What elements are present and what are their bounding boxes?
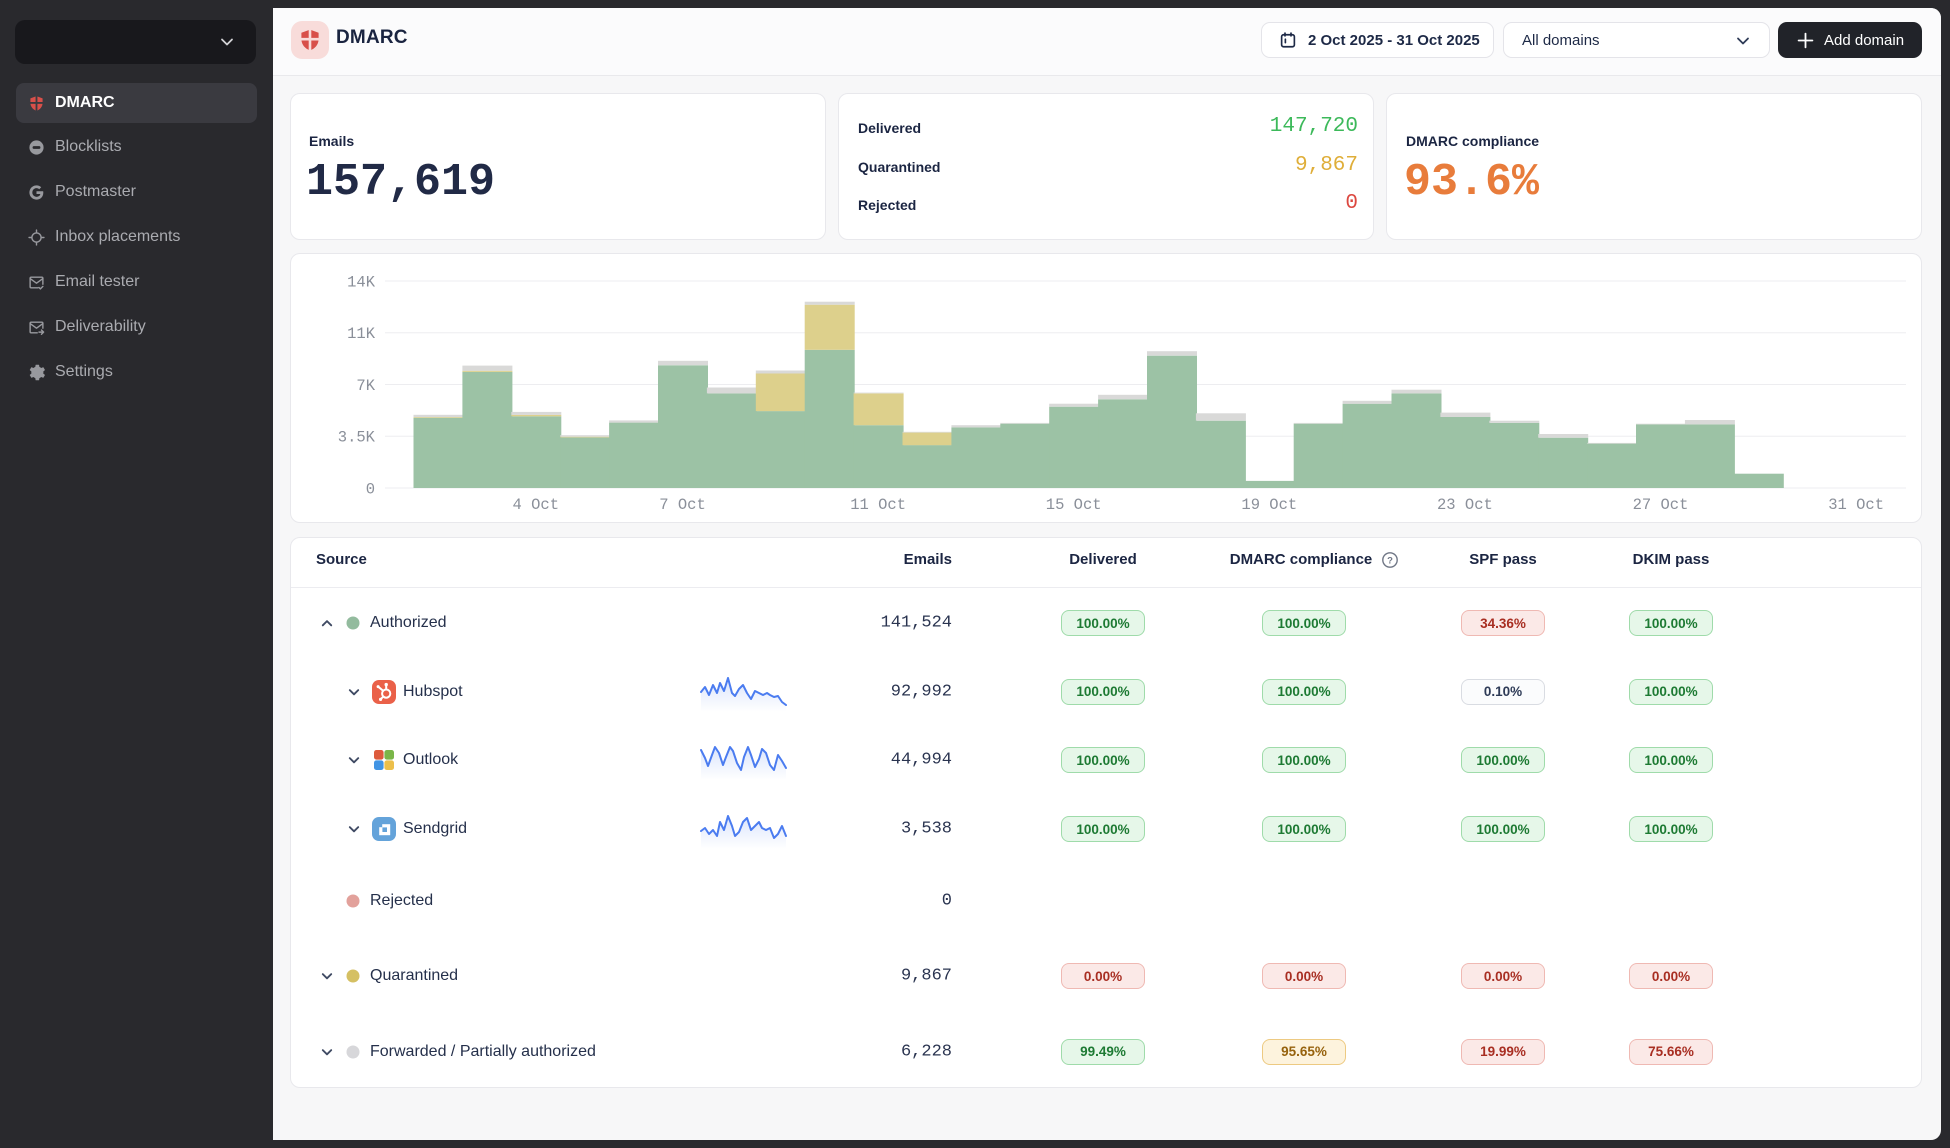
svg-text:?: ? bbox=[1387, 556, 1393, 567]
svg-text:23 Oct: 23 Oct bbox=[1437, 496, 1493, 514]
svg-text:19 Oct: 19 Oct bbox=[1241, 496, 1297, 514]
svg-text:31 Oct: 31 Oct bbox=[1828, 496, 1884, 514]
svg-text:15 Oct: 15 Oct bbox=[1046, 496, 1102, 514]
svg-text:11 Oct: 11 Oct bbox=[850, 496, 906, 514]
svg-text:3.5K: 3.5K bbox=[338, 429, 376, 447]
svg-text:14K: 14K bbox=[347, 274, 376, 292]
svg-text:0: 0 bbox=[366, 481, 375, 499]
svg-text:27 Oct: 27 Oct bbox=[1633, 496, 1689, 514]
svg-text:11K: 11K bbox=[347, 325, 376, 343]
svg-text:7K: 7K bbox=[356, 377, 375, 395]
svg-text:7 Oct: 7 Oct bbox=[659, 496, 706, 514]
svg-text:4 Oct: 4 Oct bbox=[513, 496, 560, 514]
